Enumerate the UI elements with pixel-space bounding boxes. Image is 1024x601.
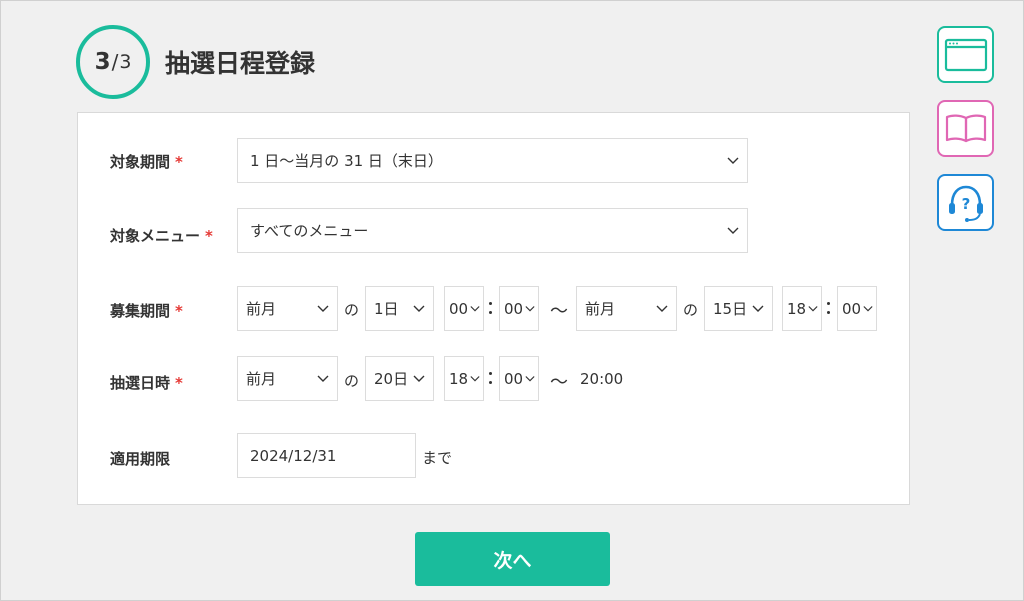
target-menu-label-text: 対象メニュー [110, 227, 201, 245]
valid-until-label-text: 適用期限 [110, 450, 171, 468]
recruit-start-hour-select[interactable]: 00 [444, 286, 484, 331]
chevron-down-icon [727, 227, 739, 234]
valid-until-label: 適用期限 [110, 448, 170, 469]
next-button[interactable]: 次へ [415, 532, 610, 586]
browser-window-button[interactable] [937, 26, 994, 83]
recruit-start-month-select[interactable]: 前月 [237, 286, 338, 331]
manual-button[interactable] [937, 100, 994, 157]
recruit-period-label-text: 募集期間 [110, 302, 171, 320]
target-menu-value: すべてのメニュー [250, 222, 369, 240]
recruit-end-day-select[interactable]: 15日 [704, 286, 773, 331]
required-mark: * [175, 153, 183, 171]
target-menu-select[interactable]: すべてのメニュー [237, 208, 748, 253]
browser-window-icon [944, 38, 987, 71]
chevron-down-icon [317, 375, 329, 382]
recruit-end-hour-select[interactable]: 18 [782, 286, 822, 331]
chevron-down-icon [317, 305, 329, 312]
time-colon [827, 299, 831, 317]
step-total: 3 [119, 51, 132, 73]
particle-no: の [344, 301, 360, 319]
chevron-down-icon [525, 305, 535, 311]
required-mark: * [205, 227, 213, 245]
recruit-end-minute-select[interactable]: 00 [837, 286, 877, 331]
valid-until-suffix: まで [422, 449, 453, 467]
chevron-down-icon [413, 375, 425, 382]
lottery-day-select[interactable]: 20日 [365, 356, 434, 401]
step-indicator: 3 / 3 [76, 25, 150, 99]
target-period-label-text: 対象期間 [110, 153, 171, 171]
required-mark: * [175, 302, 183, 320]
lottery-end-time: 20:00 [580, 370, 624, 388]
chevron-down-icon [470, 305, 480, 311]
lottery-hour-select[interactable]: 18 [444, 356, 484, 401]
form-panel: 対象期間 * 1 日〜当月の 31 日（末日） 対象メニュー * すべてのメニュー … [77, 112, 910, 505]
range-tilde: 〜 [550, 372, 568, 393]
chevron-down-icon [808, 305, 818, 311]
chevron-down-icon [525, 375, 535, 381]
chevron-down-icon [413, 305, 425, 312]
target-period-select[interactable]: 1 日〜当月の 31 日（末日） [237, 138, 748, 183]
lottery-datetime-label-text: 抽選日時 [110, 374, 171, 392]
chevron-down-icon [752, 305, 764, 312]
required-mark: * [175, 374, 183, 392]
range-tilde: 〜 [550, 301, 568, 322]
lottery-minute-select[interactable]: 00 [499, 356, 539, 401]
lottery-datetime-label: 抽選日時 * [110, 372, 183, 393]
particle-no: の [344, 372, 360, 390]
step-separator: / [111, 50, 119, 74]
chevron-down-icon [863, 305, 873, 311]
particle-no: の [683, 301, 699, 319]
recruit-start-day-select[interactable]: 1日 [365, 286, 434, 331]
svg-text:?: ? [961, 195, 970, 213]
valid-until-date-input[interactable]: 2024/12/31 [237, 433, 416, 478]
lottery-month-select[interactable]: 前月 [237, 356, 338, 401]
open-book-icon [945, 114, 986, 142]
recruit-start-minute-select[interactable]: 00 [499, 286, 539, 331]
support-button[interactable]: ? [937, 174, 994, 231]
recruit-period-label: 募集期間 * [110, 300, 183, 321]
valid-until-value: 2024/12/31 [250, 446, 337, 465]
target-menu-label: 対象メニュー * [110, 225, 213, 246]
support-headset-icon: ? [948, 185, 983, 222]
recruit-end-month-select[interactable]: 前月 [576, 286, 677, 331]
target-period-label: 対象期間 * [110, 151, 183, 172]
step-current: 3 [94, 49, 111, 75]
time-colon [489, 299, 493, 317]
time-colon [489, 369, 493, 387]
chevron-down-icon [470, 375, 480, 381]
chevron-down-icon [656, 305, 668, 312]
target-period-value: 1 日〜当月の 31 日（末日） [250, 152, 443, 170]
chevron-down-icon [727, 157, 739, 164]
page-title: 抽選日程登録 [165, 49, 316, 78]
